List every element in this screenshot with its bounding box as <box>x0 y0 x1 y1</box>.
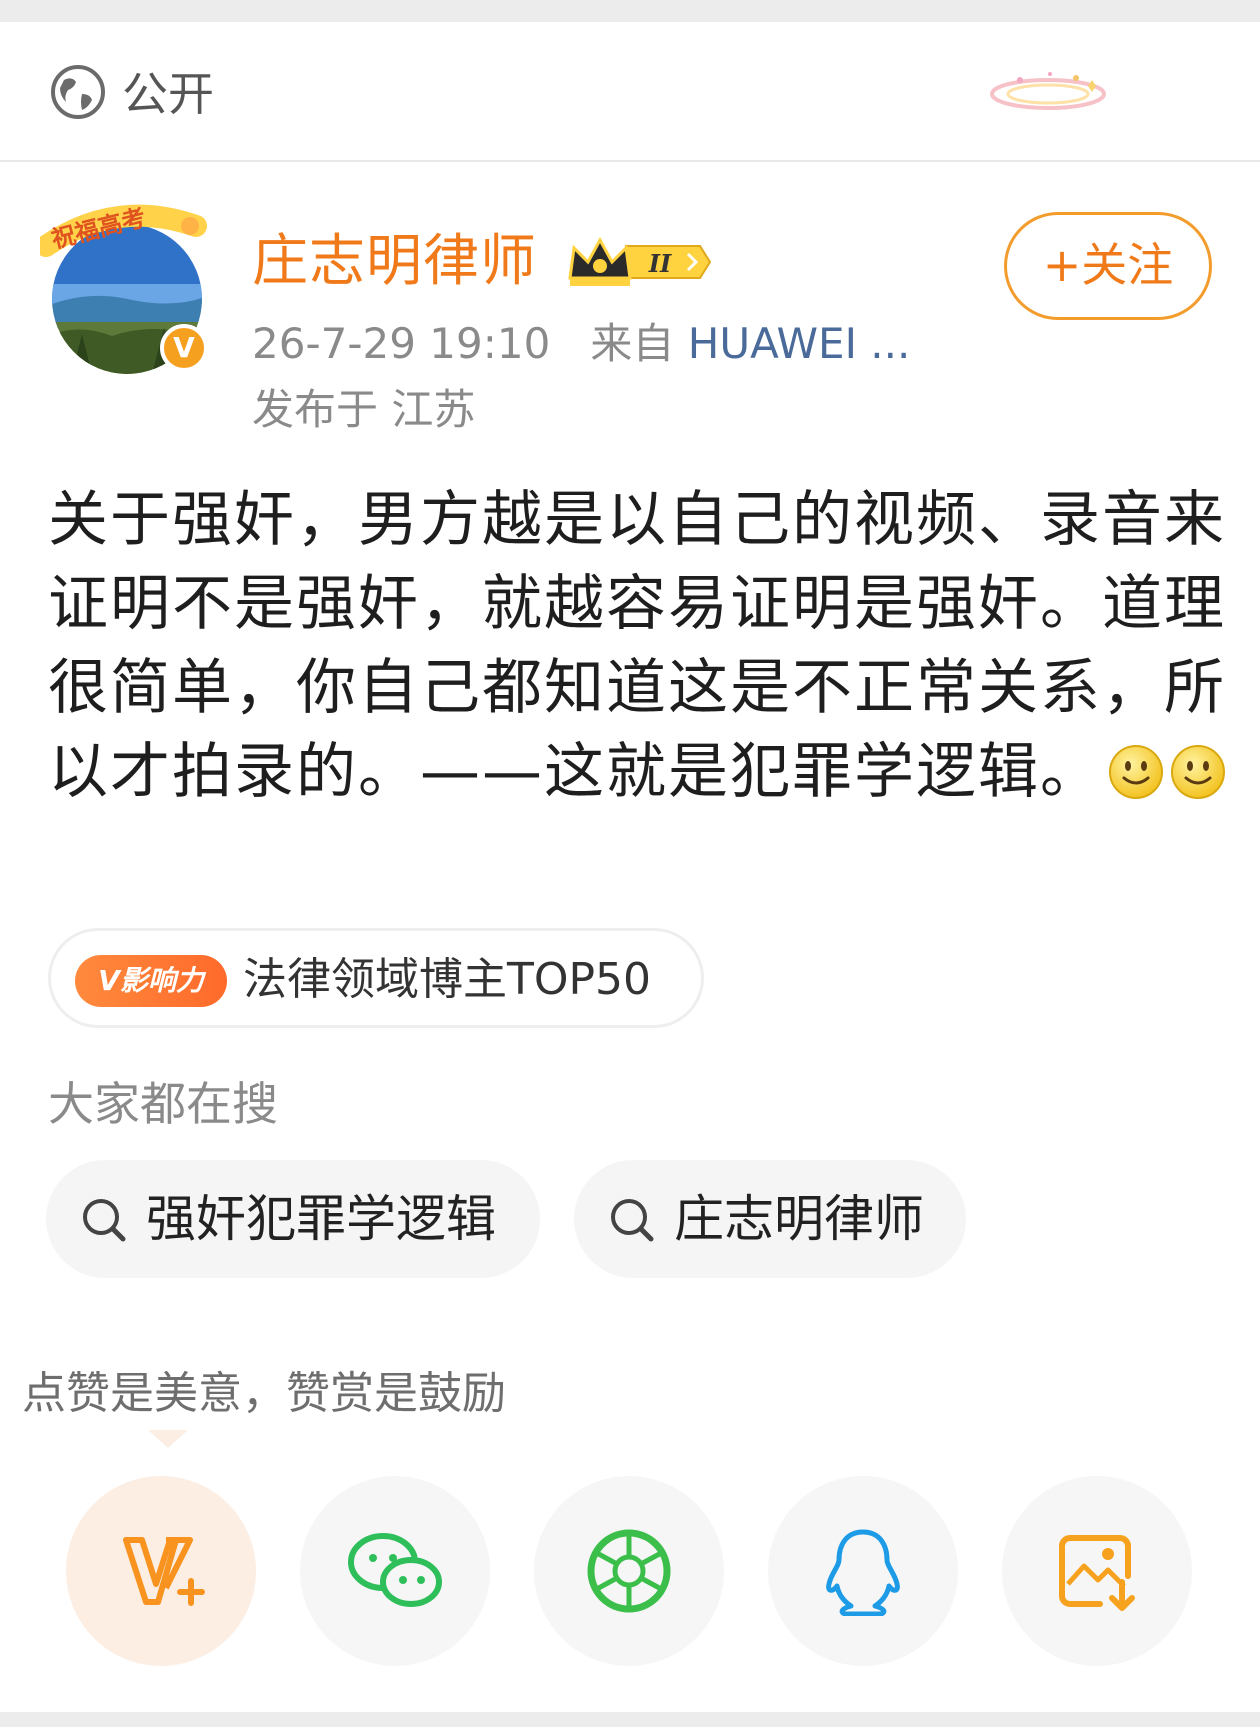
vip-crown-badge[interactable]: II <box>562 232 714 292</box>
vip-level: II <box>648 249 672 278</box>
avatar-frame-decoration: 祝福高考 <box>40 203 207 257</box>
search-icon <box>83 1199 126 1242</box>
post-datetime: 26-7-29 19:10 <box>252 319 551 368</box>
share-moments-button[interactable] <box>534 1476 724 1666</box>
influence-text: 法律领域博主TOP50 <box>243 954 652 1005</box>
decoration-halo <box>990 72 1106 110</box>
reward-prompt: 点赞是美意，赞赏是鼓励 <box>22 1368 506 1419</box>
source-device-link[interactable]: HUAWEI ... <box>688 319 911 368</box>
post-content[interactable]: 关于强奸，男方越是以自己的视频、录音来证明不是强奸，就越容易证明是强奸。道理很简… <box>48 478 1228 814</box>
smile-emoji-icon <box>1171 745 1225 799</box>
author-name[interactable]: 庄志明律师 <box>252 230 537 294</box>
globe-icon <box>51 65 105 119</box>
v-plus-icon <box>123 1537 205 1606</box>
source-prefix: 来自 <box>590 319 675 368</box>
follow-button[interactable]: +关注 <box>1004 212 1212 320</box>
smile-emoji-icon <box>1109 745 1163 799</box>
avatar[interactable]: 祝福高考 V <box>40 196 210 376</box>
moments-icon <box>587 1529 671 1613</box>
share-wechat-button[interactable] <box>300 1476 490 1666</box>
qq-icon <box>826 1529 900 1616</box>
save-image-icon <box>1059 1535 1135 1611</box>
search-suggestion-label: 强奸犯罪学逻辑 <box>146 1190 496 1248</box>
search-heading: 大家都在搜 <box>48 1077 278 1131</box>
v-influence-tag: V影响力 <box>75 955 227 1007</box>
visibility-label: 公开 <box>122 67 214 121</box>
post-text: 关于强奸，男方越是以自己的视频、录音来证明不是强奸，就越容易证明是强奸。道理很简… <box>48 485 1226 807</box>
search-suggestion-1[interactable]: 强奸犯罪学逻辑 <box>46 1160 540 1278</box>
bottom-strip <box>0 1712 1260 1727</box>
search-icon <box>611 1199 654 1242</box>
search-suggestion-2[interactable]: 庄志明律师 <box>574 1160 966 1278</box>
search-suggestion-label: 庄志明律师 <box>674 1190 924 1248</box>
verified-badge: V <box>160 324 208 372</box>
visibility-bar: 公开 <box>0 22 1260 162</box>
wechat-icon <box>348 1533 442 1607</box>
post-location: 发布于 江苏 <box>252 385 476 434</box>
influence-chip[interactable]: V影响力 法律领域博主TOP50 <box>48 928 704 1028</box>
tooltip-pointer <box>148 1430 188 1448</box>
save-image-button[interactable] <box>1002 1476 1192 1666</box>
share-qq-button[interactable] <box>768 1476 958 1666</box>
share-v-plus-button[interactable] <box>66 1476 256 1666</box>
post-meta: 26-7-29 19:10 来自 HUAWEI ... <box>252 318 910 370</box>
top-strip <box>0 0 1260 22</box>
